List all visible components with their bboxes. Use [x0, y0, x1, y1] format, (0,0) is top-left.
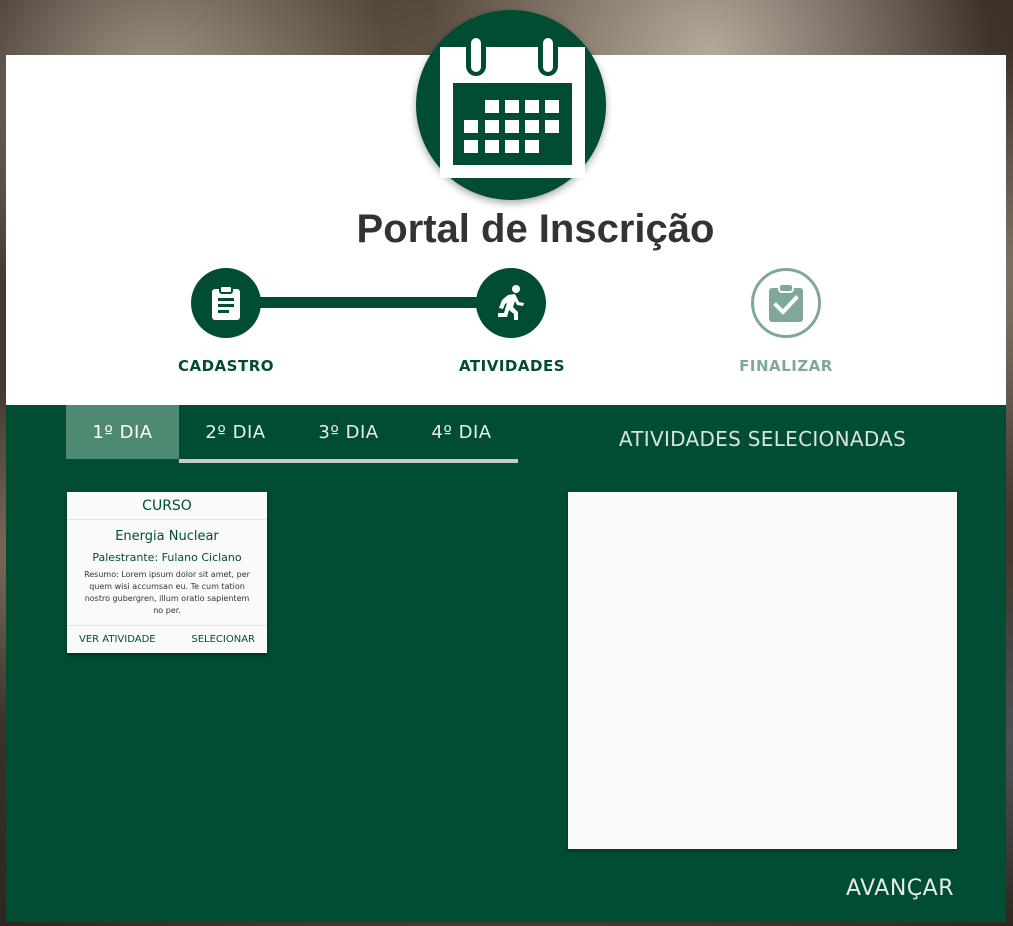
tabs-underline — [179, 459, 518, 463]
step-label-atividades: ATIVIDADES — [458, 357, 565, 375]
activity-title: Energia Nuclear — [115, 529, 219, 544]
step-finalizar[interactable] — [751, 268, 821, 338]
step-label-finalizar: FINALIZAR — [739, 357, 833, 375]
running-person-icon — [498, 285, 524, 320]
clipboard-check-icon — [769, 283, 803, 322]
step-atividades[interactable] — [476, 268, 546, 338]
stepper-progress-line — [255, 297, 481, 308]
tab-day-2[interactable]: 2º DIA — [179, 405, 292, 459]
step-label-cadastro: CADASTRO — [177, 357, 274, 375]
advance-button[interactable]: AVANÇAR — [830, 872, 970, 906]
calendar-icon — [440, 36, 585, 178]
selected-activities-panel — [568, 492, 957, 849]
tab-day-4[interactable]: 4º DIA — [405, 405, 518, 459]
day-tabs: 1º DIA 2º DIA 3º DIA 4º DIA — [66, 405, 518, 463]
clipboard-icon — [212, 285, 240, 320]
select-activity-button[interactable]: SELECIONAR — [191, 634, 255, 645]
activity-summary: Resumo: Lorem ipsum dolor sit amet, per … — [84, 570, 250, 615]
activity-speaker: Palestrante: Fulano Ciclano — [92, 551, 242, 564]
selected-activities-title: ATIVIDADES SELECIONADAS — [618, 427, 907, 451]
activity-type: CURSO — [67, 492, 267, 520]
page-title: Portal de Inscrição — [356, 207, 715, 251]
tab-day-1[interactable]: 1º DIA — [66, 405, 179, 459]
step-cadastro[interactable] — [191, 268, 261, 338]
view-activity-button[interactable]: VER ATIVIDADE — [79, 634, 156, 645]
activity-card: CURSO Energia Nuclear Palestrante: Fulan… — [67, 492, 267, 653]
tab-day-3[interactable]: 3º DIA — [292, 405, 405, 459]
logo — [416, 10, 606, 200]
activity-actions: VER ATIVIDADE SELECIONAR — [67, 625, 267, 653]
